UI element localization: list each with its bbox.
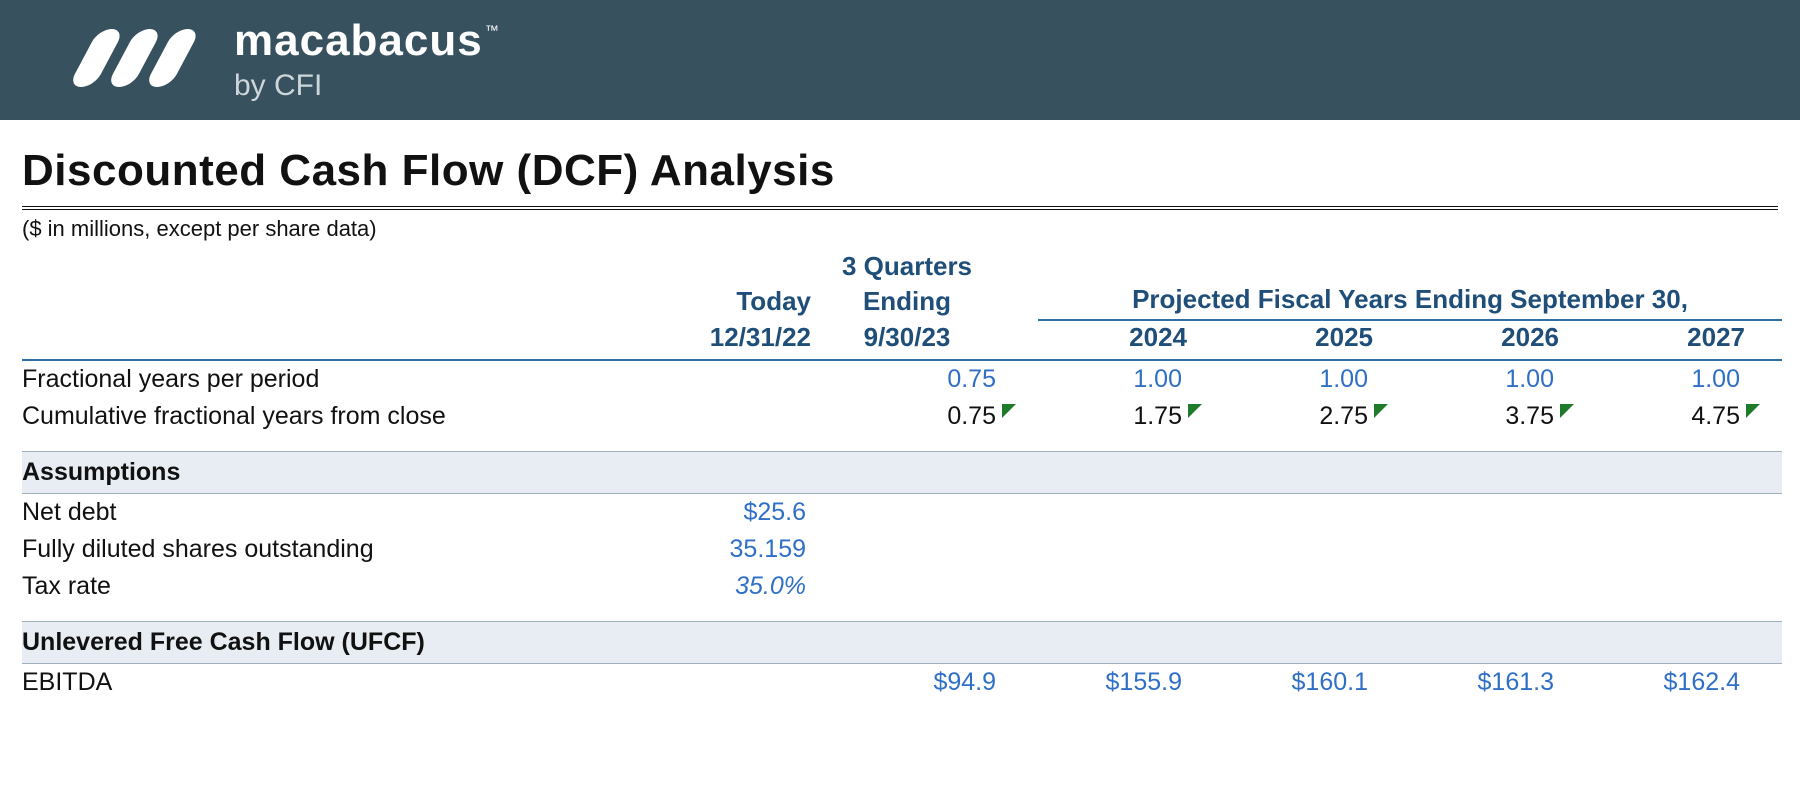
cell-flag-icon bbox=[1746, 398, 1782, 435]
net-debt-value: $25.6 bbox=[662, 494, 812, 532]
ebitda-2027: $162.4 bbox=[1596, 664, 1746, 702]
macabacus-logo-icon bbox=[56, 23, 216, 98]
fractional-2025: 1.00 bbox=[1224, 360, 1374, 398]
trademark-symbol: ™ bbox=[485, 22, 500, 38]
fractional-2026: 1.00 bbox=[1410, 360, 1560, 398]
cell-flag-icon bbox=[1374, 398, 1410, 435]
ebitda-2025: $160.1 bbox=[1224, 664, 1374, 702]
row-fractional-years: Fractional years per period 0.75 1.00 1.… bbox=[22, 360, 1782, 398]
units-note: ($ in millions, except per share data) bbox=[22, 216, 1778, 242]
section-assumptions: Assumptions bbox=[22, 452, 1782, 494]
q3-date: 9/30/23 bbox=[812, 320, 1002, 360]
header-row-upper: 3 Quarters bbox=[22, 250, 1782, 283]
fractional-2024: 1.00 bbox=[1038, 360, 1188, 398]
row-ebitda: EBITDA $94.9 $155.9 $160.1 $161.3 $162.4 bbox=[22, 664, 1782, 702]
cumulative-2026: 3.75 bbox=[1410, 398, 1560, 435]
row-cumulative-years: Cumulative fractional years from close 0… bbox=[22, 398, 1782, 435]
row-net-debt: Net debt $25.6 bbox=[22, 494, 1782, 532]
shares-value: 35.159 bbox=[662, 531, 812, 568]
ebitda-q3: $94.9 bbox=[812, 664, 1002, 702]
title-rule bbox=[22, 206, 1778, 210]
ebitda-label: EBITDA bbox=[22, 664, 662, 702]
brand-header: macabacus™ by CFI bbox=[0, 0, 1800, 120]
brand-byline: by CFI bbox=[234, 71, 498, 101]
fractional-q3: 0.75 bbox=[812, 360, 1002, 398]
section-ufcf-label: Unlevered Free Cash Flow (UFCF) bbox=[22, 622, 1782, 664]
cell-flag-icon bbox=[1188, 398, 1224, 435]
tax-label: Tax rate bbox=[22, 568, 662, 605]
today-header: Today bbox=[662, 283, 812, 320]
brand-logo: macabacus™ by CFI bbox=[56, 19, 498, 101]
fy-2027: 2027 bbox=[1596, 320, 1746, 360]
header-row-lower: Today Ending Projected Fiscal Years Endi… bbox=[22, 283, 1782, 320]
shares-label: Fully diluted shares outstanding bbox=[22, 531, 662, 568]
date-row: 12/31/22 9/30/23 2024 2025 2026 2027 bbox=[22, 320, 1782, 360]
cumulative-2024: 1.75 bbox=[1038, 398, 1188, 435]
net-debt-label: Net debt bbox=[22, 494, 662, 532]
row-shares: Fully diluted shares outstanding 35.159 bbox=[22, 531, 1782, 568]
ebitda-2026: $161.3 bbox=[1410, 664, 1560, 702]
fractional-label: Fractional years per period bbox=[22, 360, 662, 398]
brand-name: macabacus™ bbox=[234, 19, 498, 63]
cell-flag-icon bbox=[1002, 398, 1038, 435]
projected-header: Projected Fiscal Years Ending September … bbox=[1038, 283, 1782, 320]
fy-2024: 2024 bbox=[1038, 320, 1188, 360]
q3-header-line1: 3 Quarters bbox=[812, 250, 1002, 283]
today-date: 12/31/22 bbox=[662, 320, 812, 360]
brand-name-text: macabacus bbox=[234, 16, 483, 65]
section-ufcf: Unlevered Free Cash Flow (UFCF) bbox=[22, 622, 1782, 664]
tax-value: 35.0% bbox=[662, 568, 812, 605]
cumulative-label: Cumulative fractional years from close bbox=[22, 398, 662, 435]
section-assumptions-label: Assumptions bbox=[22, 452, 1782, 494]
fy-2026: 2026 bbox=[1410, 320, 1560, 360]
fractional-2027: 1.00 bbox=[1596, 360, 1746, 398]
cell-flag-icon bbox=[1560, 398, 1596, 435]
row-tax-rate: Tax rate 35.0% bbox=[22, 568, 1782, 605]
dcf-table: 3 Quarters Today Ending Projected Fiscal… bbox=[22, 250, 1782, 701]
ebitda-2024: $155.9 bbox=[1038, 664, 1188, 702]
fy-2025: 2025 bbox=[1224, 320, 1374, 360]
cumulative-q3: 0.75 bbox=[812, 398, 1002, 435]
q3-header-line2: Ending bbox=[812, 283, 1002, 320]
page-title: Discounted Cash Flow (DCF) Analysis bbox=[22, 146, 1778, 196]
cumulative-2027: 4.75 bbox=[1596, 398, 1746, 435]
cumulative-2025: 2.75 bbox=[1224, 398, 1374, 435]
